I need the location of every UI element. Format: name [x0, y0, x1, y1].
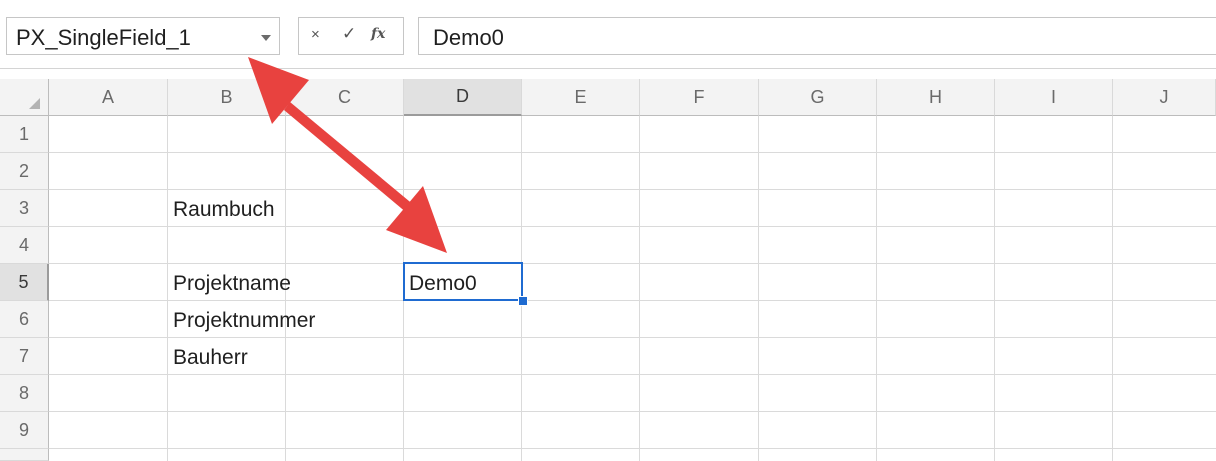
annotation-arrow: [248, 57, 447, 253]
